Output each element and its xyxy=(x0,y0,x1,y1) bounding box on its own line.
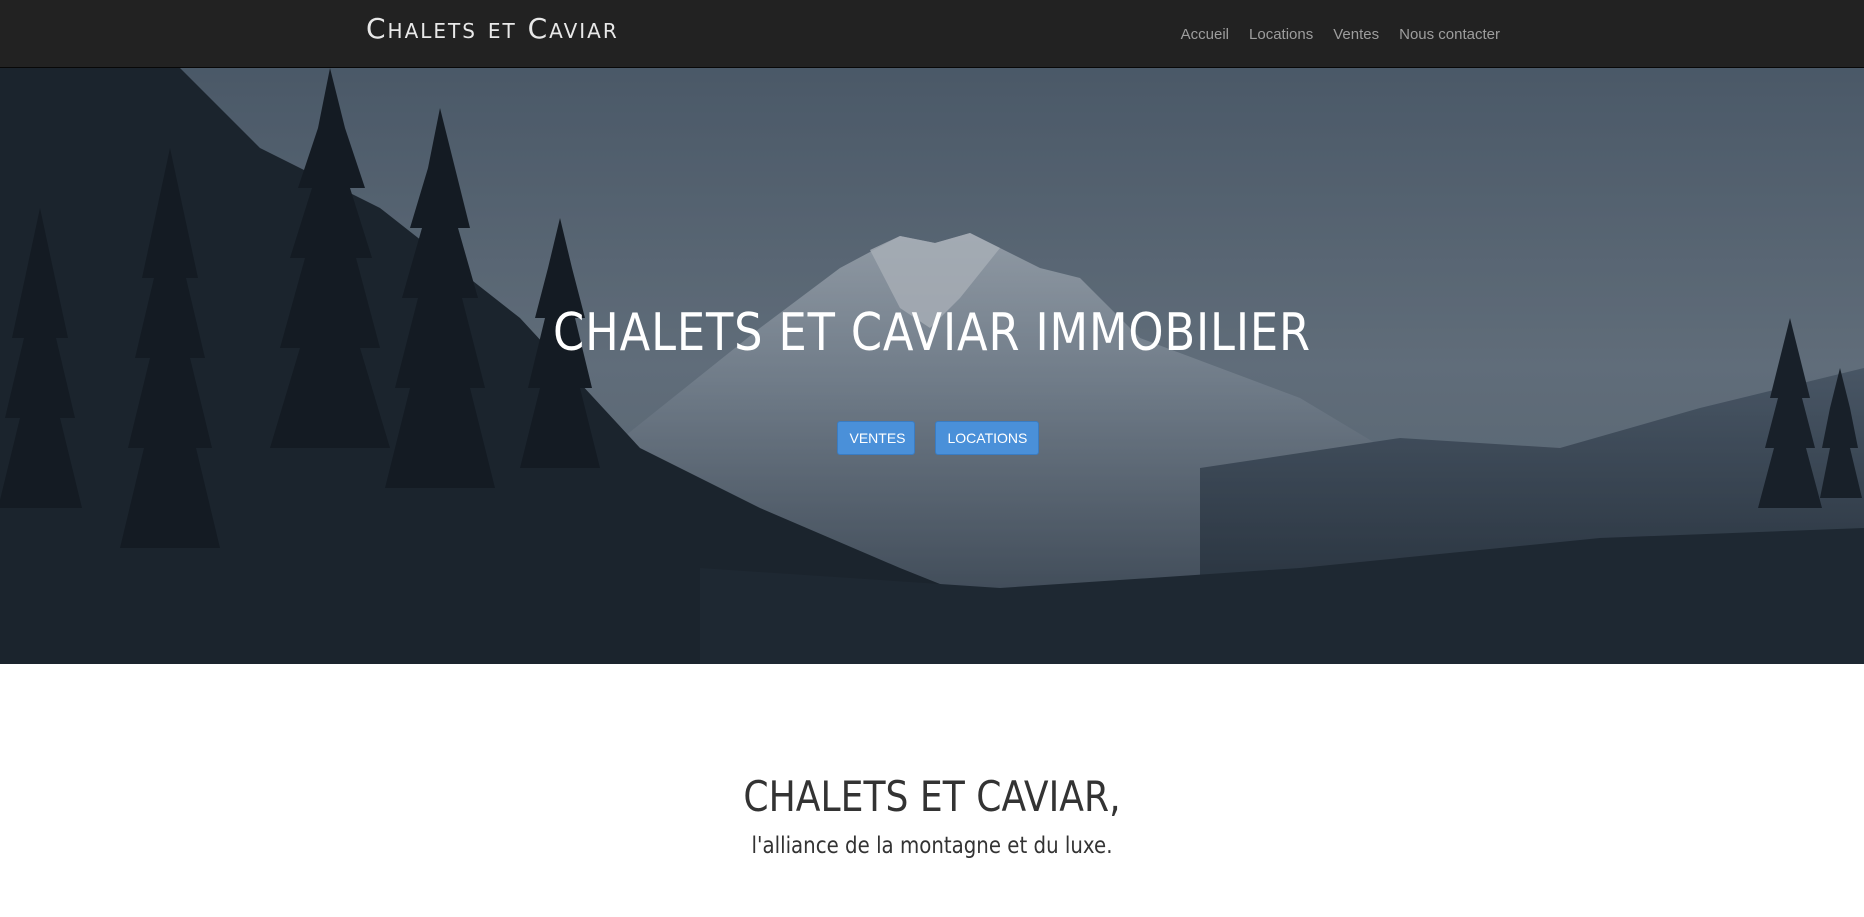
hero-title: CHALETS ET CAVIAR IMMOBILIER xyxy=(553,303,1311,363)
locations-button[interactable]: LOCATIONS xyxy=(934,421,1039,455)
brand-logo[interactable]: Chalets et Caviar xyxy=(366,12,619,45)
intro-title: CHALETS ET CAVIAR, xyxy=(743,772,1121,821)
nav-link-contact[interactable]: Nous contacter xyxy=(1399,26,1500,43)
intro-subtitle: l'alliance de la montagne et du luxe. xyxy=(751,833,1113,859)
hero-dark-overlay xyxy=(0,68,1864,664)
nav-link-accueil[interactable]: Accueil xyxy=(1181,26,1229,43)
nav-link-ventes[interactable]: Ventes xyxy=(1333,26,1379,43)
nav-links: Accueil Locations Ventes Nous contacter xyxy=(1161,0,1500,68)
nav-link-locations[interactable]: Locations xyxy=(1249,26,1313,43)
hero-banner: CHALETS ET CAVIAR IMMOBILIER VENTES LOCA… xyxy=(0,68,1864,664)
ventes-button[interactable]: VENTES xyxy=(836,421,915,455)
top-navbar: Chalets et Caviar Accueil Locations Vent… xyxy=(0,0,1864,68)
hero-buttons: VENTES LOCATIONS xyxy=(0,421,1864,455)
